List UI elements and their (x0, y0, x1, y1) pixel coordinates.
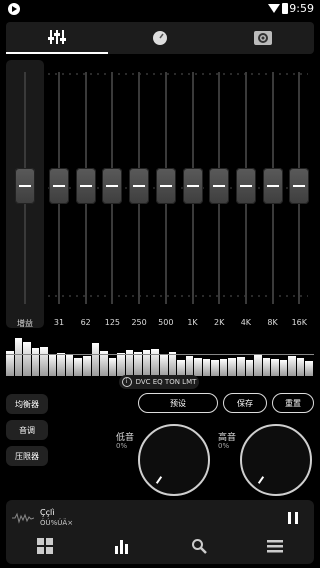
band-label: 31 (53, 318, 65, 327)
spectrum-bar (245, 360, 254, 376)
band-slider-knob-62[interactable] (75, 168, 96, 204)
nav-equalizer[interactable] (112, 536, 132, 556)
spectrum-bar (108, 357, 117, 376)
spectrum-bar (83, 356, 91, 376)
band-slider-knob-31[interactable] (49, 168, 69, 204)
status-bar: 9:59 (0, 0, 320, 18)
tone-knob-icon (153, 31, 167, 45)
track-artist: ÓÚ%ÚÄ× (40, 519, 74, 527)
track-title: Ççlì (40, 508, 55, 517)
bass-dial[interactable] (138, 424, 210, 496)
preset-button[interactable]: 预设 (138, 393, 218, 413)
tab-equalizer[interactable] (6, 22, 108, 54)
waveform-icon (12, 512, 34, 524)
nav-library[interactable] (35, 536, 55, 556)
spectrum-bar (31, 348, 40, 376)
tab-tone[interactable] (109, 22, 211, 54)
effects-status-text: DVC EQ TON LMT (135, 378, 197, 386)
info-icon: i (121, 377, 132, 387)
spectrum-reference-line (6, 354, 314, 355)
spectrum-bar (228, 358, 236, 376)
gain-label: 增益 (17, 319, 33, 328)
band-slider-knob-500[interactable] (155, 168, 176, 204)
equalizer-button[interactable]: 均衡器 (6, 394, 48, 414)
band-slider-knob-8k[interactable] (262, 168, 283, 204)
menu-icon (267, 540, 283, 553)
spectrum-bar (194, 358, 202, 376)
band-label: 1K (187, 318, 198, 327)
search-icon (192, 539, 207, 554)
treble-dial[interactable] (240, 424, 312, 496)
band-label: 4K (240, 318, 252, 327)
treble-value: 0% (218, 442, 230, 450)
band-slider-knob-1k[interactable] (182, 168, 203, 204)
spectrum-bar (288, 356, 296, 376)
spectrum-bar (271, 359, 279, 376)
spectrum-bar (160, 354, 168, 376)
band-label: 125 (104, 318, 121, 327)
band-label: 2K (214, 318, 225, 327)
spectrum-bar (74, 357, 82, 376)
band-slider-knob-125[interactable] (102, 168, 123, 204)
equalizer-icon (48, 30, 66, 44)
spectrum-bar (134, 352, 142, 376)
spectrum-bar (40, 347, 48, 376)
spectrum-bar (305, 360, 313, 376)
band-slider-knob-16k[interactable] (289, 168, 310, 204)
spectrum-bar (23, 342, 31, 376)
nav-menu[interactable] (265, 536, 285, 556)
spectrum-bar (202, 359, 211, 376)
spectrum-bar (151, 348, 159, 376)
band-label: 500 (158, 318, 174, 327)
spectrum-bar (117, 352, 125, 376)
top-tabs (6, 22, 314, 54)
spectrum-bar (254, 355, 262, 376)
spectrum-visualizer (6, 336, 314, 376)
spectrum-bar (296, 358, 305, 376)
band-slider-knob-4k[interactable] (235, 168, 256, 204)
band-label: 8K (267, 318, 278, 327)
spectrum-bar (168, 352, 177, 376)
nav-search[interactable] (189, 536, 209, 556)
spectrum-bar (219, 359, 228, 376)
status-time: 9:59 (289, 2, 314, 15)
pause-button[interactable] (288, 512, 298, 524)
band-label: 16K (291, 318, 308, 327)
spectrum-bar (65, 355, 74, 376)
band-label: 62 (80, 318, 91, 327)
limiter-button[interactable]: 压限器 (6, 446, 48, 466)
effects-status-chip[interactable]: i DVC EQ TON LMT (119, 375, 199, 389)
speaker-icon (254, 31, 272, 45)
grid-icon (37, 538, 53, 554)
spectrum-bar (237, 356, 245, 376)
battery-icon (282, 3, 288, 14)
tone-button[interactable]: 音调 (6, 420, 48, 440)
band-slider-knob-2k[interactable] (209, 168, 230, 204)
spectrum-bar (211, 360, 219, 376)
spectrum-bar (14, 338, 23, 376)
save-button[interactable]: 保存 (223, 393, 267, 413)
reset-button[interactable]: 重置 (272, 393, 314, 413)
play-notification-icon (8, 3, 20, 15)
tab-speaker[interactable] (212, 22, 314, 54)
gain-slider-knob[interactable] (15, 168, 35, 204)
spectrum-bar (279, 360, 288, 376)
spectrum-bar (91, 343, 100, 376)
bass-value: 0% (116, 442, 128, 450)
spectrum-bar (48, 354, 57, 376)
spectrum-bar (177, 360, 185, 376)
spectrum-bar (185, 356, 194, 376)
wifi-icon (268, 4, 280, 13)
spectrum-bar (57, 352, 65, 376)
band-label: 250 (131, 318, 147, 327)
equalizer-bars-icon (115, 540, 128, 554)
spectrum-bar (262, 358, 271, 376)
band-slider-knob-250[interactable] (129, 168, 150, 204)
